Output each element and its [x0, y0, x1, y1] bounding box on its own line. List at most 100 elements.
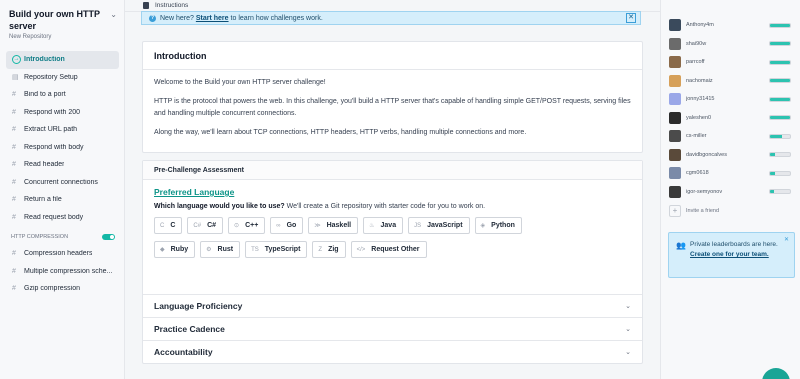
- progress-bar-fill: [770, 60, 790, 64]
- progress-bar-fill: [770, 134, 782, 138]
- language-option-request-other[interactable]: </> Request Other: [350, 241, 427, 258]
- language-label: Java: [380, 222, 397, 229]
- sidebar-item-return-file[interactable]: # Return a file: [6, 191, 119, 209]
- sidebar-item-repository-setup[interactable]: ▤ Repository Setup: [6, 69, 119, 87]
- avatar: [669, 37, 681, 50]
- sidebar-item-label: Concurrent connections: [24, 178, 98, 186]
- project-header[interactable]: Build your own HTTP server ⌄ New Reposit…: [9, 8, 121, 40]
- language-label: Ruby: [170, 246, 189, 253]
- users-icon: 👥: [676, 241, 686, 250]
- sidebar-item-respond-200[interactable]: # Respond with 200: [6, 104, 119, 122]
- sidebar-item-request-body[interactable]: # Read request body: [6, 209, 119, 227]
- cpp-icon: ⊙: [234, 223, 240, 229]
- leaderboard-row[interactable]: cgm0618: [669, 164, 791, 182]
- language-option-javascript[interactable]: JS JavaScript: [408, 217, 470, 234]
- close-icon[interactable]: ✕: [626, 13, 636, 23]
- leaderboard-row[interactable]: shai90w: [669, 35, 791, 53]
- create-team-link[interactable]: Create one for your team.: [690, 251, 769, 258]
- sidebar-item-label: Return a file: [24, 196, 62, 204]
- chevron-down-icon[interactable]: ⌄: [110, 10, 117, 19]
- language-label: JavaScript: [427, 222, 463, 229]
- hash-icon: #: [12, 196, 16, 204]
- leaderboard-row[interactable]: davidbgoncalves: [669, 146, 791, 164]
- progress-bar: [769, 96, 791, 102]
- chevron-down-icon: ⌄: [625, 303, 631, 310]
- language-option-c[interactable]: CC: [154, 217, 183, 234]
- username: davidbgoncalves: [686, 151, 727, 158]
- leaderboard-row[interactable]: igor-semyonov: [669, 183, 791, 201]
- section-title: Accountability: [154, 347, 213, 357]
- section-accountability[interactable]: Accountability ⌄: [143, 340, 642, 363]
- invite-friend-button[interactable]: + Invite a friend: [669, 205, 719, 217]
- zig-icon: Z: [318, 246, 323, 253]
- progress-bar: [769, 59, 791, 65]
- hash-icon: #: [12, 178, 16, 186]
- javascript-icon: JS: [414, 222, 422, 229]
- introduction-card: Introduction Welcome to the Build your o…: [142, 41, 643, 153]
- sidebar-item-label: Multiple compression sche...: [24, 267, 113, 275]
- language-option-haskell[interactable]: ≫ Haskell: [308, 217, 359, 234]
- leaderboard-row[interactable]: jonny31415: [669, 90, 791, 108]
- sidebar-item-label: Respond with body: [24, 143, 84, 151]
- language-option-zig[interactable]: Z Zig: [312, 241, 346, 258]
- progress-bar-fill: [770, 190, 774, 193]
- username: cs-miller: [686, 133, 707, 139]
- progress-bar-fill: [770, 97, 790, 101]
- sidebar-item-compression-headers[interactable]: # Compression headers: [6, 245, 119, 263]
- extension-header: HTTP COMPRESSION: [6, 228, 119, 245]
- language-option-typescript[interactable]: TS TypeScript: [245, 241, 308, 258]
- sidebar-item-gzip[interactable]: # Gzip compression: [6, 280, 119, 298]
- chevron-down-icon: ⌄: [625, 349, 631, 356]
- leaderboard-row[interactable]: nachomaiz: [669, 72, 791, 90]
- stage-list: → Introduction ▤ Repository Setup # Bind…: [6, 51, 119, 298]
- sidebar-item-respond-body[interactable]: # Respond with body: [6, 139, 119, 157]
- extension-toggle[interactable]: [102, 233, 115, 240]
- avatar: [669, 185, 681, 198]
- leaderboard-row[interactable]: yaleshen0: [669, 109, 791, 127]
- leaderboard-panel: Anthony4m shai90w parrcoff nachomaiz jonny31…: [660, 0, 800, 379]
- language-option-cpp[interactable]: ⊙ C++: [228, 217, 266, 234]
- avatar: [669, 19, 681, 31]
- app-window: Build your own HTTP server ⌄ New Reposit…: [0, 0, 800, 379]
- language-option-ruby[interactable]: ◆ Ruby: [154, 241, 196, 258]
- close-icon[interactable]: ✕: [784, 236, 789, 243]
- language-label: C: [170, 222, 176, 229]
- intro-paragraph: Welcome to the Build your own HTTP serve…: [154, 79, 326, 86]
- language-option-rust[interactable]: ⚙ Rust: [200, 241, 241, 258]
- sidebar-item-bind-port[interactable]: # Bind to a port: [6, 86, 119, 104]
- sidebar-item-label: Bind to a port: [24, 91, 66, 99]
- sidebar-item-concurrent[interactable]: # Concurrent connections: [6, 174, 119, 192]
- leaderboard-row[interactable]: parrcoff: [669, 53, 791, 71]
- haskell-icon: ≫: [314, 223, 321, 229]
- section-language-proficiency[interactable]: Language Proficiency ⌄: [143, 294, 642, 317]
- username: shai90w: [686, 40, 707, 47]
- sidebar-item-read-header[interactable]: # Read header: [6, 156, 119, 174]
- language-option-java[interactable]: ♨ Java: [363, 217, 404, 234]
- language-option-csharp[interactable]: C# C#: [187, 217, 224, 234]
- progress-bar-fill: [770, 23, 790, 27]
- sidebar-item-extract-url[interactable]: # Extract URL path: [6, 121, 119, 139]
- sidebar-item-introduction[interactable]: → Introduction: [6, 51, 119, 69]
- leaderboard-row[interactable]: cs-miller: [669, 127, 791, 145]
- username: Anthony4m: [686, 22, 714, 28]
- section-practice-cadence[interactable]: Practice Cadence ⌄: [143, 317, 642, 340]
- hash-icon: #: [12, 143, 16, 151]
- hash-icon: #: [12, 213, 16, 221]
- language-label: Rust: [217, 246, 234, 253]
- tab-instructions[interactable]: Instructions: [143, 0, 196, 11]
- plus-icon: +: [669, 205, 681, 217]
- document-icon: ▤: [12, 74, 19, 82]
- start-here-link[interactable]: Start here: [196, 15, 229, 22]
- progress-bar-fill: [770, 153, 775, 156]
- rust-icon: ⚙: [206, 247, 212, 253]
- progress-bar: [769, 170, 791, 176]
- language-option-go[interactable]: ∞ Go: [270, 217, 304, 234]
- language-label: C++: [245, 222, 259, 229]
- leaderboard-row[interactable]: Anthony4m: [669, 16, 791, 34]
- sidebar-item-multiple-compression[interactable]: # Multiple compression sche...: [6, 263, 119, 281]
- ruby-icon: ◆: [160, 247, 165, 253]
- language-option-python[interactable]: ◈ Python: [474, 217, 522, 234]
- section-title: Language Proficiency: [154, 301, 243, 311]
- introduction-body: Welcome to the Build your own HTTP serve…: [143, 70, 642, 138]
- progress-bar: [769, 22, 791, 28]
